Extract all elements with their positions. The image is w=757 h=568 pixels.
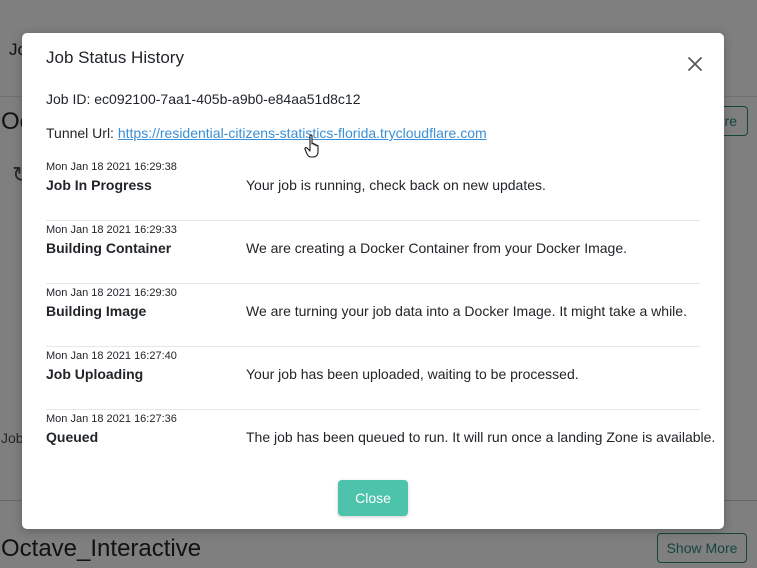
status-name: Job In Progress bbox=[46, 177, 152, 193]
job-status-modal: Job Status History Job ID: ec092100-7aa1… bbox=[22, 33, 724, 529]
status-row: Mon Jan 18 2021 16:27:40 Job Uploading Y… bbox=[46, 346, 700, 409]
status-description: The job has been queued to run. It will … bbox=[246, 429, 716, 445]
tunnel-url-link[interactable]: https://residential-citizens-statistics-… bbox=[118, 125, 487, 141]
status-name: Building Image bbox=[46, 303, 147, 319]
tunnel-url-line: Tunnel Url: https://residential-citizens… bbox=[46, 125, 487, 141]
job-id-label: Job ID: bbox=[46, 91, 91, 107]
status-row: Mon Jan 18 2021 16:27:36 Queued The job … bbox=[46, 409, 715, 472]
status-timestamp: Mon Jan 18 2021 16:27:40 bbox=[46, 350, 177, 362]
close-button[interactable]: Close bbox=[338, 480, 408, 516]
status-description: We are turning your job data into a Dock… bbox=[246, 303, 687, 319]
status-row: Mon Jan 18 2021 16:29:33 Building Contai… bbox=[46, 220, 700, 283]
status-description: Your job is running, check back on new u… bbox=[246, 177, 546, 193]
status-timestamp: Mon Jan 18 2021 16:29:38 bbox=[46, 161, 177, 173]
modal-title: Job Status History bbox=[46, 48, 184, 67]
status-timestamp: Mon Jan 18 2021 16:27:36 bbox=[46, 413, 177, 425]
hand-pointer-icon bbox=[304, 134, 319, 158]
job-id-line: Job ID: ec092100-7aa1-405b-a9b0-e84aa51d… bbox=[46, 91, 360, 107]
status-description: Your job has been uploaded, waiting to b… bbox=[246, 366, 579, 382]
status-name: Queued bbox=[46, 429, 99, 445]
status-timestamp: Mon Jan 18 2021 16:29:33 bbox=[46, 224, 177, 236]
status-row: Mon Jan 18 2021 16:29:30 Building Image … bbox=[46, 283, 700, 346]
status-row: Mon Jan 18 2021 16:29:38 Job In Progress… bbox=[46, 158, 700, 220]
status-name: Building Container bbox=[46, 240, 172, 256]
status-timestamp: Mon Jan 18 2021 16:29:30 bbox=[46, 287, 177, 299]
status-history-list: Mon Jan 18 2021 16:29:38 Job In Progress… bbox=[46, 158, 715, 472]
status-description: We are creating a Docker Container from … bbox=[246, 240, 628, 256]
tunnel-url-label: Tunnel Url: bbox=[46, 125, 114, 141]
job-id-value: ec092100-7aa1-405b-a9b0-e84aa51d8c12 bbox=[94, 91, 361, 107]
close-icon[interactable] bbox=[682, 51, 708, 77]
status-name: Job Uploading bbox=[46, 366, 144, 382]
